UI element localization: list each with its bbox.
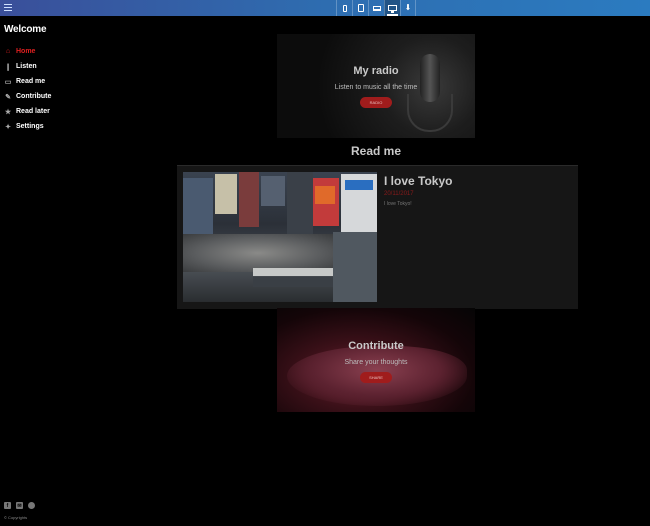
phone-view-button[interactable]: [336, 0, 352, 16]
star-icon: ★: [4, 108, 12, 116]
sidebar-item-label: Read later: [16, 108, 50, 115]
article-card[interactable]: I love Tokyo 20/11/2017 I love Tokyo!: [177, 165, 578, 309]
sidebar-item-label: Contribute: [16, 93, 52, 100]
contribute-title: Contribute: [348, 340, 404, 352]
home-icon: ⌂: [5, 48, 11, 55]
read-me-title: Read me: [350, 144, 402, 158]
article-title: I love Tokyo: [384, 174, 453, 188]
menu-icon[interactable]: [4, 4, 12, 12]
top-bar: ⬇: [0, 0, 650, 16]
sidebar-item-home[interactable]: ⌂ Home: [4, 44, 51, 59]
phone-icon: [342, 4, 347, 12]
radio-subtitle: Listen to music all the time: [334, 84, 418, 91]
edit-icon: ✎: [5, 93, 11, 101]
wrench-icon: ✦: [5, 123, 11, 131]
article-date: 20/11/2017: [384, 191, 414, 197]
copyright: © Copyrights: [4, 515, 28, 520]
facebook-icon[interactable]: f: [4, 502, 11, 509]
desktop-icon: [388, 5, 397, 13]
article-text: I love Tokyo!: [384, 201, 412, 207]
sidebar-item-label: Read me: [16, 78, 46, 85]
laptop-view-button[interactable]: [368, 0, 384, 16]
sidebar-item-label: Home: [16, 48, 36, 55]
radio-banner: My radio Listen to music all the time RA…: [277, 34, 475, 138]
laptop-icon: [372, 5, 381, 11]
radio-button[interactable]: RADIO: [360, 97, 392, 108]
sidebar-title: Welcome: [4, 24, 47, 35]
sidebar-nav: ⌂ Home ❙ Listen ▭ Read me ✎ Contribute ★…: [4, 44, 52, 134]
social-links: f ✉: [4, 502, 40, 509]
mail-icon[interactable]: ✉: [16, 502, 23, 509]
sidebar-item-contribute[interactable]: ✎ Contribute: [4, 89, 51, 104]
share-button[interactable]: SHARE: [360, 372, 392, 383]
sidebar-item-label: Settings: [16, 123, 44, 130]
contribute-subtitle: Share your thoughts: [344, 359, 408, 366]
github-icon[interactable]: [28, 502, 35, 509]
microphone-icon: ❙: [5, 63, 11, 71]
sidebar: Welcome ⌂ Home ❙ Listen ▭ Read me ✎ Cont…: [0, 16, 130, 526]
article-image: [183, 172, 377, 302]
microphone-image: [420, 54, 440, 102]
desktop-view-button[interactable]: [384, 0, 400, 16]
sidebar-item-label: Listen: [16, 63, 37, 70]
sidebar-item-settings[interactable]: ✦ Settings: [4, 119, 51, 134]
sidebar-item-read-me[interactable]: ▭ Read me: [4, 74, 51, 89]
sidebar-item-read-later[interactable]: ★ Read later: [4, 104, 51, 119]
tablet-icon: [357, 4, 364, 12]
download-icon: ⬇: [404, 3, 412, 12]
sidebar-item-listen[interactable]: ❙ Listen: [4, 59, 51, 74]
download-button[interactable]: ⬇: [400, 0, 416, 16]
device-switcher: ⬇: [336, 0, 416, 16]
book-icon: ▭: [4, 78, 12, 86]
contribute-banner: Contribute Share your thoughts SHARE: [277, 308, 475, 412]
radio-title: My radio: [353, 65, 399, 77]
tablet-view-button[interactable]: [352, 0, 368, 16]
